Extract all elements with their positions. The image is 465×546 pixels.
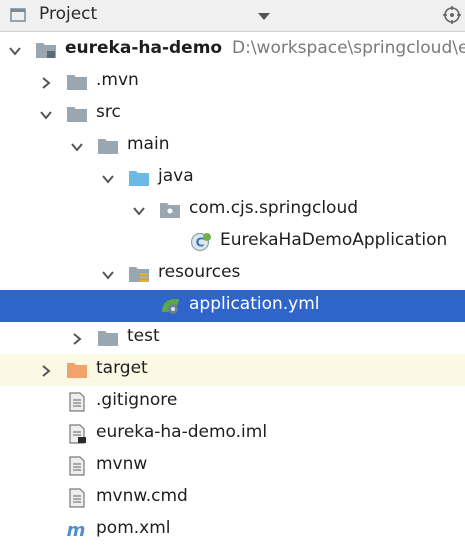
tree-item-label: com.cjs.springcloud: [189, 198, 359, 218]
tree-row[interactable]: eureka-ha-demo D:\workspace\springcloud\e: [0, 34, 465, 66]
excluded-folder-icon: [66, 360, 88, 380]
tree-row[interactable]: eureka-ha-demo.iml: [0, 418, 465, 450]
crosshair-icon[interactable]: [443, 6, 461, 24]
tree-row[interactable]: test: [0, 322, 465, 354]
project-window-icon: [10, 8, 26, 22]
tree-item-label: main: [127, 134, 170, 154]
chevron-right-icon[interactable]: [39, 75, 53, 89]
tree-row[interactable]: target: [0, 354, 465, 386]
tree-row[interactable]: resources: [0, 258, 465, 290]
folder-icon: [66, 104, 88, 124]
module-folder-icon: [35, 40, 57, 60]
package-icon: [159, 200, 181, 220]
iml-file-icon: [66, 424, 88, 444]
resources-folder-icon: [128, 264, 150, 284]
chevron-down-icon[interactable]: [39, 107, 53, 121]
chevron-down-icon[interactable]: [8, 43, 22, 57]
spring-boot-class-icon: C: [190, 232, 212, 252]
tree-row[interactable]: com.cjs.springcloud: [0, 194, 465, 226]
folder-icon: [66, 72, 88, 92]
tree-row[interactable]: .gitignore: [0, 386, 465, 418]
tree-item-label: application.yml: [189, 294, 320, 314]
tree-item-label: .mvn: [96, 70, 139, 90]
tree-item-label: target: [96, 358, 148, 378]
chevron-down-icon[interactable]: [132, 203, 146, 217]
tree-row[interactable]: .mvn: [0, 66, 465, 98]
tree-item-label: src: [96, 102, 121, 122]
tree-item-label: EurekaHaDemoApplication: [220, 230, 448, 250]
folder-icon: [97, 328, 119, 348]
text-file-icon: [66, 392, 88, 412]
text-file-icon: [66, 456, 88, 476]
tree-row[interactable]: src: [0, 98, 465, 130]
tree-item-label: eureka-ha-demo: [65, 38, 223, 58]
panel-title[interactable]: Project: [39, 4, 97, 24]
chevron-down-icon[interactable]: [258, 13, 270, 20]
tree-row[interactable]: main: [0, 130, 465, 162]
module-path: D:\workspace\springcloud\e: [232, 38, 465, 58]
tree-item-label: mvnw: [96, 454, 148, 474]
svg-text:m: m: [67, 520, 86, 540]
tree-item-label: mvnw.cmd: [96, 486, 188, 506]
source-folder-icon: [128, 168, 150, 188]
tree-item-label: pom.xml: [96, 518, 171, 538]
tree-row[interactable]: C EurekaHaDemoApplication: [0, 226, 465, 258]
spring-config-icon: [159, 296, 181, 316]
tree-row[interactable]: m pom.xml: [0, 514, 465, 546]
chevron-down-icon[interactable]: [101, 171, 115, 185]
tree-row[interactable]: java: [0, 162, 465, 194]
text-file-icon: [66, 488, 88, 508]
chevron-down-icon[interactable]: [70, 139, 84, 153]
project-panel-header: Project: [0, 0, 465, 32]
tree-item-label: resources: [158, 262, 241, 282]
maven-icon: m: [66, 520, 88, 541]
tree-item-label: .gitignore: [96, 390, 178, 410]
folder-icon: [97, 136, 119, 156]
chevron-right-icon[interactable]: [70, 331, 84, 345]
tree-row[interactable]: mvnw: [0, 450, 465, 482]
tree-item-label: java: [158, 166, 194, 186]
tree-row[interactable]: application.yml: [0, 290, 465, 322]
tree-row[interactable]: mvnw.cmd: [0, 482, 465, 514]
tree-item-label: test: [127, 326, 160, 346]
tree-item-label: eureka-ha-demo.iml: [96, 422, 268, 442]
chevron-right-icon[interactable]: [39, 363, 53, 377]
chevron-down-icon[interactable]: [101, 267, 115, 281]
